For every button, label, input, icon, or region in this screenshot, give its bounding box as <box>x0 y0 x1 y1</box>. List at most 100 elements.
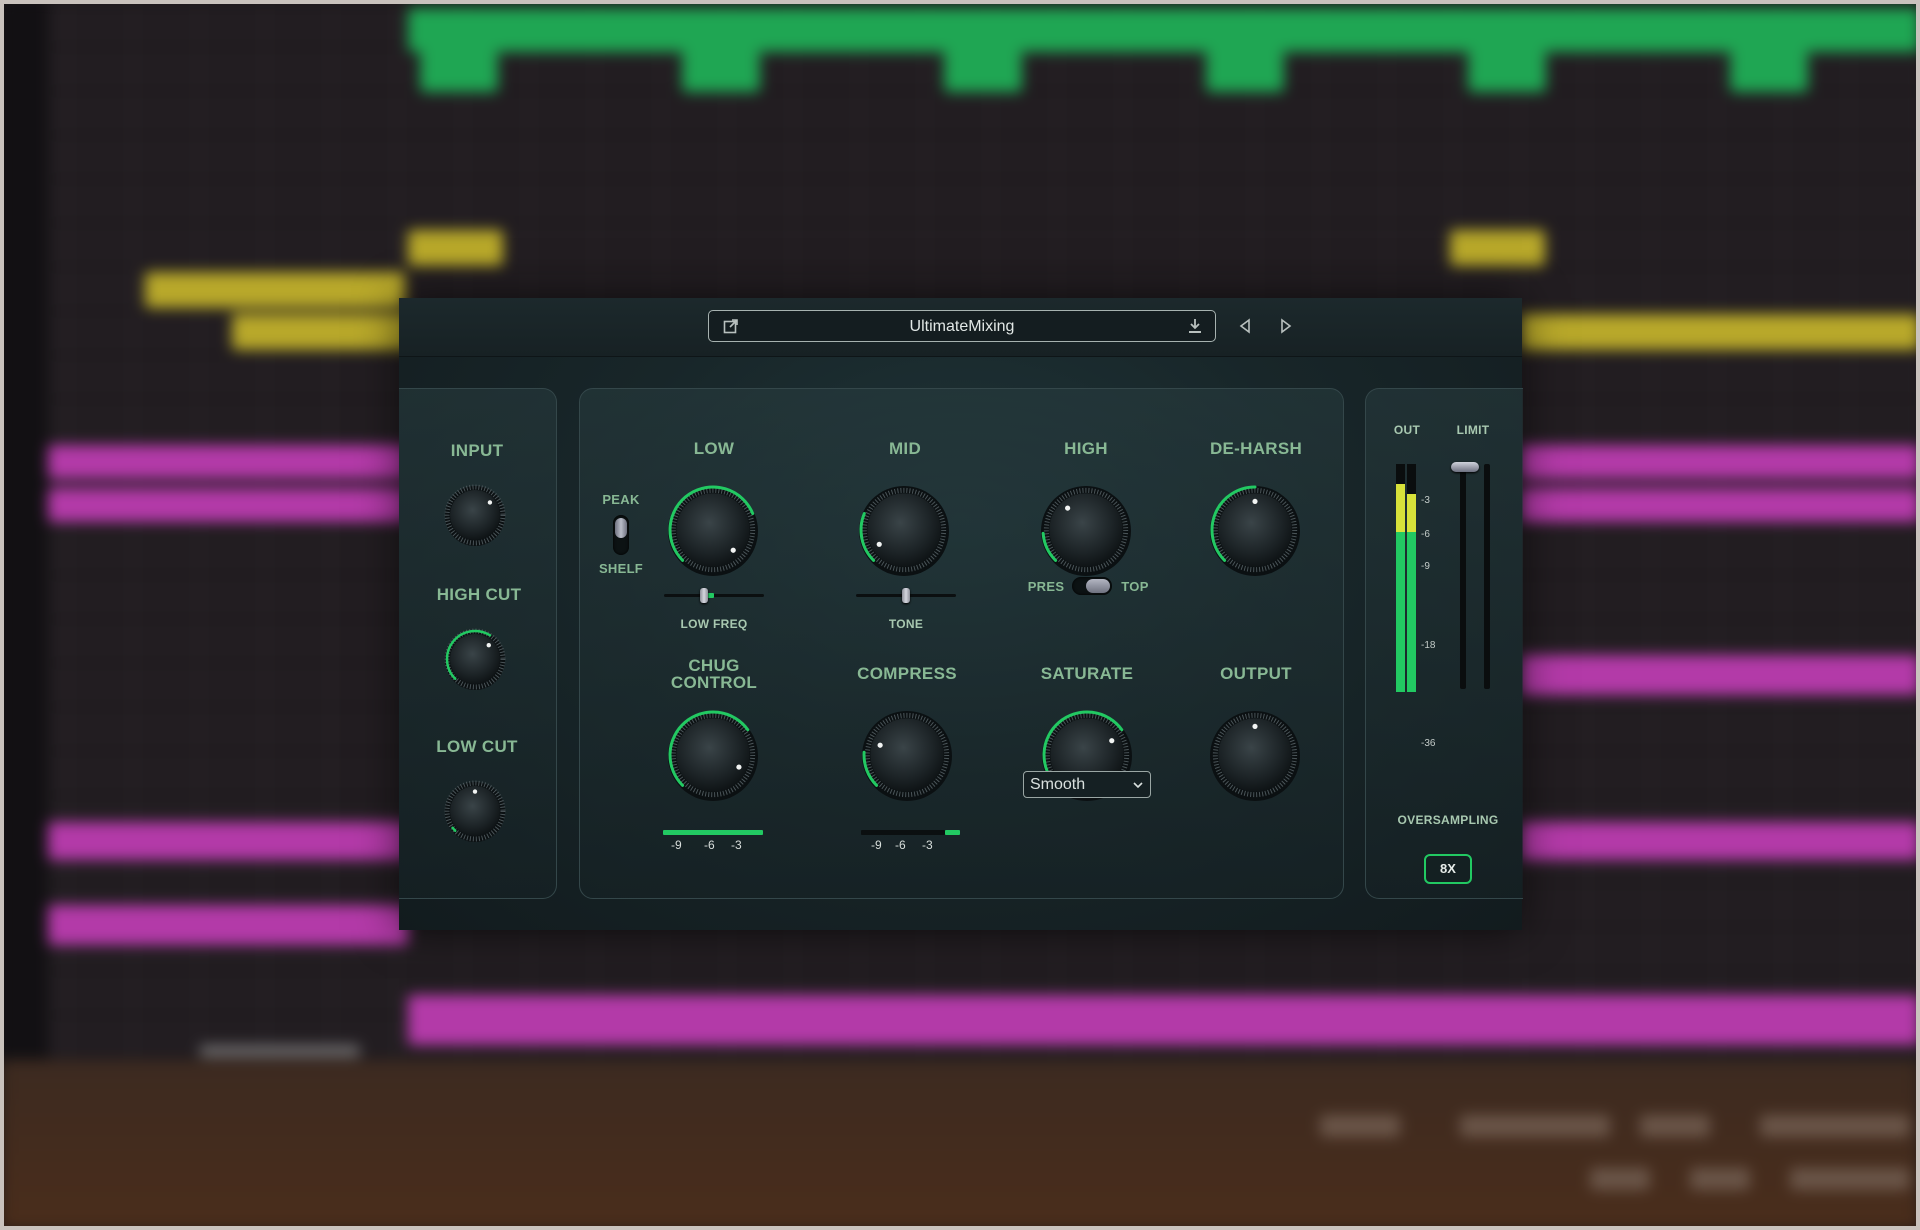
knob-body[interactable] <box>1218 718 1292 792</box>
meter-level-yellow <box>1407 494 1416 532</box>
midi-note <box>48 445 408 479</box>
meter-scale-label: -36 <box>1421 738 1436 749</box>
peak-shelf-switch[interactable] <box>613 515 629 555</box>
knob-body[interactable] <box>450 490 500 540</box>
knob-graphic[interactable] <box>857 483 951 577</box>
knob-body[interactable] <box>870 718 944 792</box>
midi-note <box>1520 655 1920 695</box>
next-preset-button[interactable] <box>1275 315 1297 337</box>
knob-body[interactable] <box>1218 493 1292 567</box>
deharsh-knob[interactable] <box>1208 483 1302 577</box>
midi-note <box>145 272 405 308</box>
transport-control <box>1640 1115 1710 1137</box>
switch-thumb[interactable] <box>615 518 627 538</box>
oversampling-button[interactable]: 8X <box>1424 854 1472 884</box>
knob-graphic[interactable] <box>1208 708 1302 802</box>
knob-body[interactable] <box>867 493 941 567</box>
pres-top-toggle[interactable] <box>1072 577 1112 595</box>
transport-control <box>1790 1168 1910 1190</box>
midi-note <box>1450 230 1545 266</box>
preset-name[interactable]: UltimateMixing <box>709 318 1215 336</box>
knob-graphic[interactable] <box>666 708 760 802</box>
knob-indicator <box>486 643 491 648</box>
midi-note <box>408 230 503 266</box>
compress-scale-label: -3 <box>922 838 933 852</box>
input-label: INPUT <box>450 441 504 460</box>
high-cut-knob[interactable] <box>443 627 507 691</box>
knob-indicator <box>472 789 478 794</box>
chug-gain-reduction-meter <box>663 830 763 835</box>
midi-note <box>1520 445 1920 479</box>
knob-graphic[interactable] <box>443 779 507 843</box>
knob-graphic[interactable] <box>443 627 507 691</box>
download-icon[interactable] <box>1187 318 1203 334</box>
low-cut-knob[interactable] <box>443 779 507 843</box>
midi-note <box>1520 488 1920 522</box>
meter-level-yellow <box>1396 484 1405 532</box>
saturate-mode-value[interactable]: Smooth <box>1030 776 1085 794</box>
chug-scale-label: -6 <box>704 838 715 852</box>
low-freq-label: LOW FREQ <box>680 617 748 631</box>
chug-control-knob[interactable] <box>666 708 760 802</box>
compress-gain-reduction-meter <box>945 830 960 835</box>
knob-body[interactable] <box>676 718 750 792</box>
meter-level-green <box>1396 532 1405 692</box>
knob-indicator <box>1252 498 1258 505</box>
input-knob[interactable] <box>443 483 507 547</box>
midi-note <box>420 52 498 92</box>
high-band-knob[interactable] <box>1039 483 1133 577</box>
limit-fader-handle[interactable] <box>1451 462 1479 472</box>
mid-band-knob[interactable] <box>857 483 951 577</box>
compress-meter-track <box>861 830 945 835</box>
knob-body[interactable] <box>1049 493 1123 567</box>
midi-clip <box>408 8 1920 52</box>
knob-indicator <box>736 764 742 770</box>
low-freq-slider-handle[interactable] <box>700 588 708 603</box>
output-knob[interactable] <box>1208 708 1302 802</box>
midi-note <box>1206 52 1284 92</box>
meter-panel: OUT LIMIT -3 -6 -9 -18 -36 OVERSAMPLING … <box>1365 388 1523 899</box>
preset-selector[interactable]: UltimateMixing <box>708 310 1216 342</box>
chug-scale-label: -3 <box>731 838 742 852</box>
limit-fader-track[interactable] <box>1460 464 1466 689</box>
meter-scale-label: -9 <box>1421 561 1430 572</box>
scrollbar-thumb <box>200 1045 360 1057</box>
chevron-down-icon[interactable] <box>1132 780 1144 790</box>
transport-control <box>1320 1115 1400 1137</box>
midi-note <box>48 905 408 945</box>
daw-left-strip <box>0 0 48 1060</box>
high-band-label: HIGH <box>1064 439 1108 458</box>
knob-graphic[interactable] <box>1039 483 1133 577</box>
midi-note <box>1730 52 1808 92</box>
low-band-knob[interactable] <box>666 483 760 577</box>
midi-note <box>232 314 412 350</box>
main-processing-panel: PEAK SHELF LOW LOW FREQ MID TONE HIGH PR… <box>579 388 1344 899</box>
transport-control <box>1590 1168 1650 1190</box>
knob-graphic[interactable] <box>860 708 954 802</box>
saturate-mode-select[interactable]: Smooth <box>1023 771 1151 798</box>
chug-label-line1: CHUG <box>688 656 740 675</box>
plugin-header: UltimateMixing <box>399 298 1522 357</box>
midi-note <box>1520 314 1920 350</box>
previous-preset-button[interactable] <box>1234 315 1256 337</box>
tone-slider-handle[interactable] <box>902 588 910 603</box>
daw-transport-bar <box>0 1060 1920 1230</box>
oversampling-label: OVERSAMPLING <box>1397 813 1499 827</box>
knob-graphic[interactable] <box>666 483 760 577</box>
midi-note <box>48 488 408 522</box>
top-label: TOP <box>1121 579 1149 594</box>
low-band-label: LOW <box>693 439 735 458</box>
knob-body[interactable] <box>450 634 500 684</box>
compress-knob[interactable] <box>860 708 954 802</box>
pres-label: PRES <box>1027 579 1065 594</box>
knob-graphic[interactable] <box>1208 483 1302 577</box>
knob-indicator <box>487 500 493 505</box>
plugin-window: UltimateMixing INPUT HIGH CUT LOW CUT PE… <box>399 298 1523 930</box>
meter-level-green <box>1407 532 1416 692</box>
out-meter-label: OUT <box>1393 423 1421 437</box>
compress-label: COMPRESS <box>857 664 957 683</box>
toggle-thumb[interactable] <box>1086 579 1110 593</box>
knob-graphic[interactable] <box>443 483 507 547</box>
low-freq-slider-track[interactable] <box>664 594 764 597</box>
knob-body[interactable] <box>676 493 750 567</box>
